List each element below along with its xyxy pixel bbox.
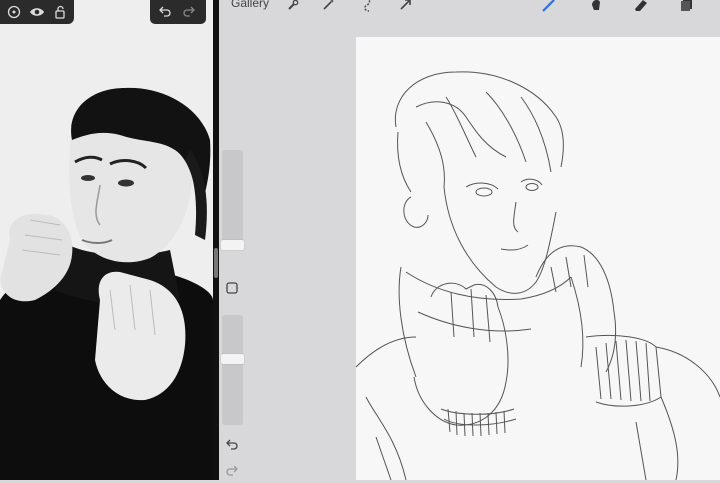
magic-wand-icon[interactable]: [320, 0, 336, 13]
lock-icon[interactable]: [52, 4, 68, 20]
brush-size-slider[interactable]: [222, 150, 243, 248]
gallery-button[interactable]: Gallery: [231, 0, 269, 10]
top-toolbar: Gallery: [219, 0, 720, 14]
wrench-icon[interactable]: [285, 0, 301, 13]
brush-icon[interactable]: [540, 0, 556, 13]
brush-size-thumb[interactable]: [221, 240, 244, 250]
transform-arrow-icon[interactable]: [397, 0, 413, 13]
drawing-canvas[interactable]: [356, 37, 720, 480]
opacity-thumb[interactable]: [221, 354, 244, 364]
reference-toolbar: [0, 0, 74, 24]
sidebar: [219, 150, 245, 480]
eraser-icon[interactable]: [632, 0, 648, 13]
layers-icon[interactable]: [679, 0, 695, 13]
modify-button-icon[interactable]: [224, 280, 240, 296]
undo-icon[interactable]: [158, 4, 172, 23]
reference-panel: [0, 0, 213, 480]
target-icon[interactable]: [6, 4, 22, 20]
reference-photo: [0, 0, 213, 480]
redo-icon[interactable]: [224, 462, 240, 478]
undo-icon[interactable]: [224, 436, 240, 452]
procreate-workspace: Gallery: [219, 0, 720, 480]
sketch-illustration: [356, 71, 720, 480]
smudge-icon[interactable]: [587, 0, 603, 13]
selection-icon[interactable]: [360, 0, 376, 13]
undo-redo-group: [150, 0, 206, 24]
redo-icon[interactable]: [182, 4, 196, 23]
eye-icon[interactable]: [29, 4, 45, 20]
opacity-slider[interactable]: [222, 315, 243, 425]
split-view-handle[interactable]: [214, 248, 218, 278]
